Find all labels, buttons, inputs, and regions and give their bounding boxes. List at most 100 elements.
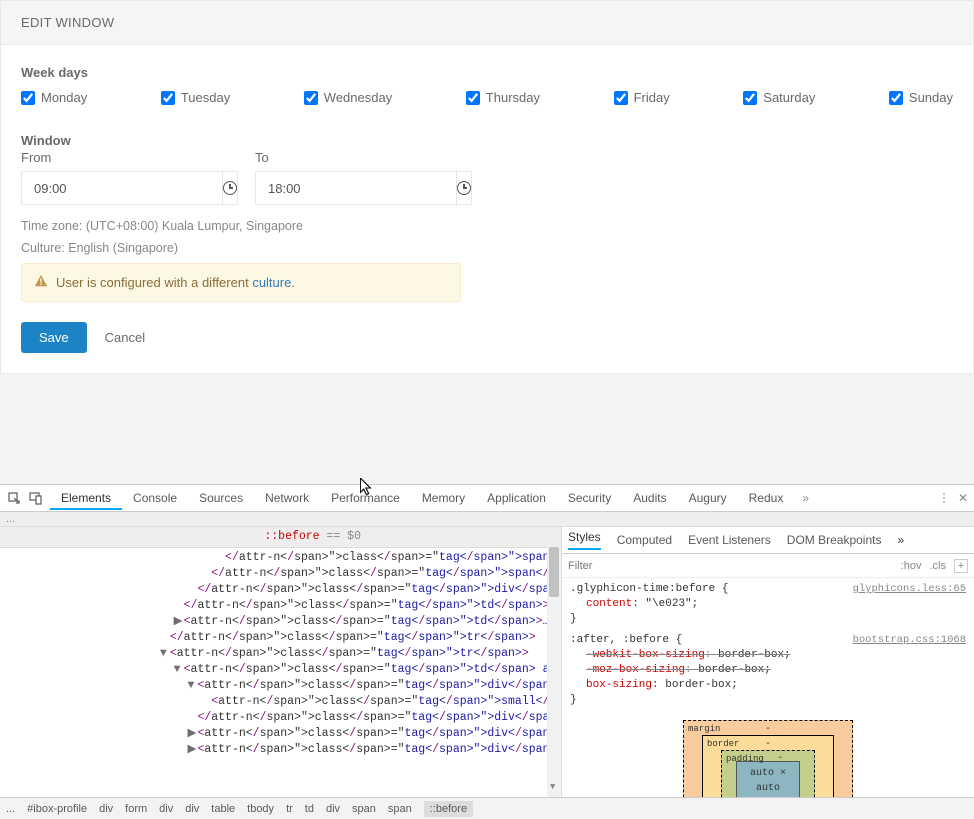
day-sunday[interactable]: Sunday: [889, 90, 953, 105]
add-rule-button[interactable]: +: [954, 559, 968, 573]
day-monday[interactable]: Monday: [21, 90, 87, 105]
tab-application[interactable]: Application: [476, 486, 557, 510]
css-rule[interactable]: bootstrap.css:1068:after, :before {-webk…: [570, 633, 966, 708]
dom-line[interactable]: </attr-n</span>">class</span>="tag</span…: [0, 582, 561, 598]
breadcrumb-trail[interactable]: ...#ibox-profiledivformdivdivtabletbodyt…: [0, 797, 974, 819]
crumb[interactable]: #ibox-profile: [27, 803, 87, 815]
subtabs-overflow-icon[interactable]: »: [897, 533, 904, 547]
alert-suffix: .: [291, 275, 295, 290]
day-thursday[interactable]: Thursday: [466, 90, 540, 105]
dom-line[interactable]: ▶<attr-n</span>">class</span>="tag</span…: [0, 614, 561, 630]
scroll-down-icon[interactable]: ▼: [550, 779, 555, 795]
dom-line[interactable]: ▶<attr-n</span>">class</span>="tag</span…: [0, 726, 561, 742]
tab-sources[interactable]: Sources: [188, 486, 254, 510]
crumb[interactable]: div: [326, 803, 340, 815]
day-monday-checkbox[interactable]: [21, 91, 35, 105]
to-column: To: [255, 150, 465, 205]
tabs-overflow-icon[interactable]: »: [802, 491, 809, 505]
crumb[interactable]: span: [352, 803, 376, 815]
crumb[interactable]: table: [211, 803, 235, 815]
dom-line[interactable]: ▼<attr-n</span>">class</span>="tag</span…: [0, 678, 561, 694]
from-input[interactable]: [21, 171, 223, 205]
day-friday-checkbox[interactable]: [614, 91, 628, 105]
cancel-button[interactable]: Cancel: [105, 330, 145, 345]
devtools-panel: Elements Console Sources Network Perform…: [0, 484, 974, 810]
from-column: From: [21, 150, 231, 205]
subtab-styles[interactable]: Styles: [568, 530, 601, 550]
crumb[interactable]: div: [99, 803, 113, 815]
crumb[interactable]: tbody: [247, 803, 274, 815]
to-clock-button[interactable]: [457, 171, 472, 205]
styles-rules[interactable]: glyphicons.less:65.glyphicon-time:before…: [562, 578, 974, 797]
dom-line[interactable]: </attr-n</span>">class</span>="tag</span…: [0, 630, 561, 646]
subtab-event-listeners[interactable]: Event Listeners: [688, 533, 771, 547]
scrollbar-thumb[interactable]: [549, 547, 559, 597]
window-label: Window: [21, 133, 953, 148]
subtab-dom-breakpoints[interactable]: DOM Breakpoints: [787, 533, 882, 547]
clock-icon: [457, 181, 471, 195]
day-saturday-checkbox[interactable]: [743, 91, 757, 105]
dom-line[interactable]: </attr-n</span>">class</span>="tag</span…: [0, 710, 561, 726]
tab-redux[interactable]: Redux: [738, 486, 795, 510]
dom-tree-panel[interactable]: ::before == $0 </attr-n</span>">class</s…: [0, 527, 562, 797]
dom-scrollbar[interactable]: ▼: [547, 547, 561, 797]
dom-line[interactable]: ▶<attr-n</span>">class</span>="tag</span…: [0, 742, 561, 758]
day-wednesday[interactable]: Wednesday: [304, 90, 392, 105]
tab-console[interactable]: Console: [122, 486, 188, 510]
day-tuesday[interactable]: Tuesday: [161, 90, 230, 105]
tab-augury[interactable]: Augury: [678, 486, 738, 510]
culture-link[interactable]: culture: [252, 275, 291, 290]
styles-panel: Styles Computed Event Listeners DOM Brea…: [562, 527, 974, 797]
crumb[interactable]: form: [125, 803, 147, 815]
day-wednesday-checkbox[interactable]: [304, 91, 318, 105]
day-friday[interactable]: Friday: [614, 90, 670, 105]
dom-line[interactable]: ▼<attr-n</span>">class</span>="tag</span…: [0, 662, 561, 678]
dom-line[interactable]: ▼<attr-n</span>">class</span>="tag</span…: [0, 646, 561, 662]
culture-text: Culture: English (Singapore): [21, 241, 953, 255]
dom-tree[interactable]: </attr-n</span>">class</span>="tag</span…: [0, 548, 561, 794]
device-icon[interactable]: [28, 490, 44, 506]
hov-toggle[interactable]: :hov: [901, 560, 922, 572]
dom-line[interactable]: </attr-n</span>">class</span>="tag</span…: [0, 598, 561, 614]
culture-warning-alert: User is configured with a different cult…: [21, 263, 461, 302]
tab-security[interactable]: Security: [557, 486, 622, 510]
bm-padding-label: padding: [726, 752, 764, 767]
devtools-menu-icon[interactable]: ⋮: [938, 491, 950, 505]
day-label: Wednesday: [324, 90, 392, 105]
crumb[interactable]: ...: [6, 803, 15, 815]
day-label: Friday: [634, 90, 670, 105]
clock-icon: [223, 181, 237, 195]
day-tuesday-checkbox[interactable]: [161, 91, 175, 105]
subtab-computed[interactable]: Computed: [617, 533, 672, 547]
cls-toggle[interactable]: .cls: [930, 560, 947, 572]
tab-performance[interactable]: Performance: [320, 486, 411, 510]
inspect-icon[interactable]: [6, 490, 22, 506]
crumb[interactable]: span: [388, 803, 412, 815]
dom-line[interactable]: </attr-n</span>">class</span>="tag</span…: [0, 550, 561, 566]
css-rule[interactable]: glyphicons.less:65.glyphicon-time:before…: [570, 582, 966, 627]
crumb[interactable]: tr: [286, 803, 293, 815]
save-button[interactable]: Save: [21, 322, 87, 353]
dom-line[interactable]: </attr-n</span>">class</span>="tag</span…: [0, 566, 561, 582]
tab-network[interactable]: Network: [254, 486, 320, 510]
tab-elements[interactable]: Elements: [50, 486, 122, 510]
day-sunday-checkbox[interactable]: [889, 91, 903, 105]
devtools-close-icon[interactable]: ✕: [958, 491, 968, 505]
day-thursday-checkbox[interactable]: [466, 91, 480, 105]
tab-audits[interactable]: Audits: [622, 486, 677, 510]
crumb[interactable]: div: [185, 803, 199, 815]
from-clock-button[interactable]: [223, 171, 238, 205]
crumb[interactable]: div: [159, 803, 173, 815]
day-saturday[interactable]: Saturday: [743, 90, 815, 105]
styles-filter-input[interactable]: [568, 560, 893, 572]
day-label: Tuesday: [181, 90, 230, 105]
to-label: To: [255, 150, 465, 165]
to-input[interactable]: [255, 171, 457, 205]
crumb[interactable]: ::before: [424, 801, 473, 817]
drawer-ellipsis[interactable]: ...: [0, 512, 974, 527]
crumb[interactable]: td: [305, 803, 314, 815]
dom-line[interactable]: <attr-n</span>">class</span>="tag</span>…: [0, 694, 561, 710]
alert-text: User is configured with a different cult…: [56, 275, 295, 290]
day-label: Saturday: [763, 90, 815, 105]
tab-memory[interactable]: Memory: [411, 486, 476, 510]
